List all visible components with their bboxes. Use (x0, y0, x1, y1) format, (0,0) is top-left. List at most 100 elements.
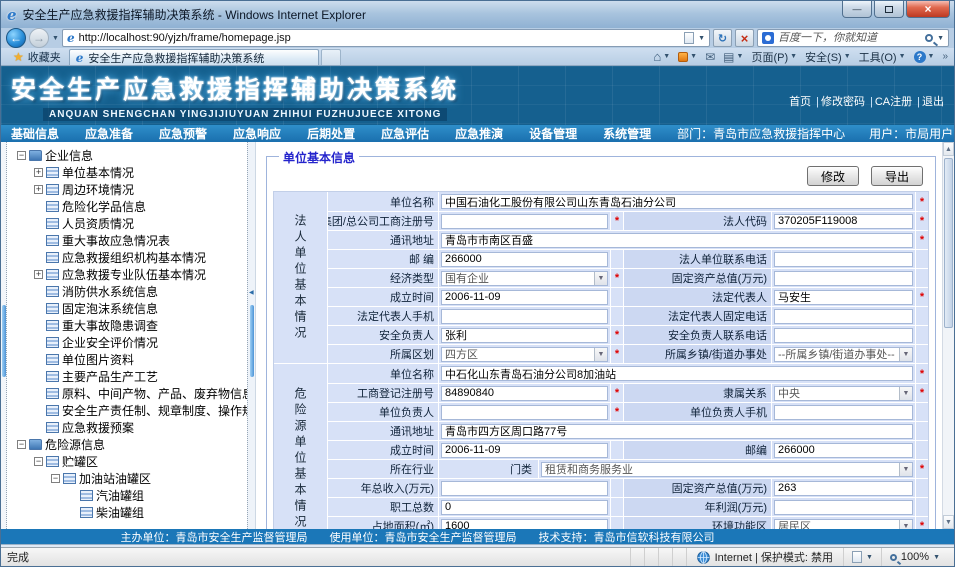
print-button[interactable]: ▤▼ (723, 50, 743, 64)
field-input[interactable] (441, 366, 913, 381)
field-input[interactable] (441, 386, 608, 401)
tree-item[interactable]: 重大事故应急情况表 (11, 232, 247, 249)
menu-item[interactable]: 基础信息 (11, 125, 59, 142)
field-input[interactable] (774, 309, 913, 324)
tree-item[interactable]: 应急救援预案 (11, 419, 247, 436)
tree-item[interactable]: 企业安全评价情况 (11, 334, 247, 351)
field-input[interactable] (774, 481, 913, 496)
tree-item[interactable]: 固定泡沫系统信息 (11, 300, 247, 317)
collapse-icon[interactable]: − (17, 440, 26, 449)
scrollbar-thumb[interactable] (944, 158, 953, 328)
field-input[interactable] (774, 271, 913, 286)
field-input[interactable] (441, 519, 608, 530)
search-box[interactable]: ▼ (757, 29, 949, 47)
close-button[interactable]: × (906, 1, 950, 18)
menu-item[interactable]: 应急响应 (233, 125, 281, 142)
field-input[interactable] (441, 405, 608, 420)
menu-item[interactable]: 设备管理 (529, 125, 577, 142)
tree-item[interactable]: 应急救援组织机构基本情况 (11, 249, 247, 266)
field-select[interactable]: 居民区▼ (774, 519, 913, 530)
favorites-button[interactable]: ★ 收藏夹 (5, 48, 69, 65)
scrollbar-track[interactable] (943, 328, 954, 515)
tree-item[interactable]: 主要产品生产工艺 (11, 368, 247, 385)
export-button[interactable]: 导出 (871, 166, 923, 186)
field-select[interactable]: 四方区▼ (441, 347, 608, 362)
field-input[interactable] (774, 252, 913, 267)
field-input[interactable] (441, 233, 913, 248)
gutter-handle[interactable] (2, 305, 6, 377)
tree-item[interactable]: 汽油罐组 (11, 487, 247, 504)
link-change-password[interactable]: 修改密码 (811, 93, 865, 109)
menu-item[interactable]: 应急准备 (85, 125, 133, 142)
field-input[interactable] (441, 290, 608, 305)
link-ca-register[interactable]: CA注册 (865, 93, 912, 109)
refresh-button[interactable]: ↻ (713, 29, 732, 47)
collapse-icon[interactable]: − (34, 457, 43, 466)
field-input[interactable] (441, 424, 913, 439)
stop-button[interactable]: × (735, 29, 754, 47)
tree-item[interactable]: 重大事故隐患调查 (11, 317, 247, 334)
minimize-button[interactable]: — (842, 1, 872, 18)
forward-button[interactable]: → (29, 28, 49, 48)
field-input[interactable] (441, 214, 608, 229)
recent-pages-dropdown[interactable]: ▼ (52, 35, 59, 42)
field-input[interactable] (774, 500, 913, 515)
field-select[interactable]: 租赁和商务服务业▼ (541, 462, 913, 477)
tree-item[interactable]: +周边环境情况 (11, 181, 247, 198)
field-input[interactable] (441, 252, 608, 267)
back-button[interactable]: ← (6, 28, 26, 48)
field-select[interactable]: --所属乡镇/街道办事处--▼ (774, 347, 913, 362)
field-input[interactable] (441, 500, 608, 515)
tree-item[interactable]: +应急救援专业队伍基本情况 (11, 266, 247, 283)
scroll-down-icon[interactable]: ▼ (943, 515, 954, 529)
menu-item[interactable]: 应急评估 (381, 125, 429, 142)
menu-item[interactable]: 后期处置 (307, 125, 355, 142)
expand-icon[interactable]: + (34, 270, 43, 279)
collapse-icon[interactable]: − (51, 474, 60, 483)
field-input[interactable] (774, 290, 913, 305)
modify-button[interactable]: 修改 (807, 166, 859, 186)
field-input[interactable] (774, 214, 913, 229)
read-mail-button[interactable]: ✉ (705, 50, 715, 64)
tree-item[interactable]: 单位图片资料 (11, 351, 247, 368)
sidebar-splitter[interactable]: ◀ (247, 142, 256, 529)
collapse-sidebar-icon[interactable]: ◀ (249, 289, 254, 296)
maximize-button[interactable] (874, 1, 904, 18)
field-input[interactable] (441, 443, 608, 458)
vertical-scrollbar[interactable]: ▲ ▼ (942, 142, 954, 529)
left-resize-gutter[interactable] (1, 142, 7, 529)
address-field[interactable]: e http://localhost:90/yjzh/frame/homepag… (62, 29, 710, 47)
tree-item[interactable]: 安全生产责任制、规章制度、操作规程信息 (11, 402, 247, 419)
tree-item[interactable]: 柴油罐组 (11, 504, 247, 521)
search-input[interactable] (778, 32, 921, 44)
menu-item[interactable]: 系统管理 (603, 125, 651, 142)
field-input[interactable] (441, 328, 608, 343)
expand-icon[interactable]: + (34, 168, 43, 177)
splitter-handle[interactable] (250, 305, 254, 377)
menu-item[interactable]: 应急推演 (455, 125, 503, 142)
tree-item[interactable]: −企业信息 (11, 147, 247, 164)
field-select[interactable]: 国有企业▼ (441, 271, 608, 286)
tree-item[interactable]: 原料、中间产物、产品、废弃物信息 (11, 385, 247, 402)
tools-menu[interactable]: 工具(O)▼ (859, 49, 906, 65)
home-button[interactable]: ⌂▼ (653, 49, 670, 64)
link-logout[interactable]: 退出 (912, 93, 944, 109)
new-tab-button[interactable] (321, 49, 341, 65)
safety-menu[interactable]: 安全(S)▼ (805, 49, 851, 65)
address-dropdown[interactable]: ▼ (698, 35, 705, 42)
zoom-control[interactable]: 100% ▼ (881, 548, 948, 566)
field-input[interactable] (441, 481, 608, 496)
link-home[interactable]: 首页 (789, 93, 811, 109)
more-commands-button[interactable]: » (942, 51, 948, 62)
help-menu[interactable]: ?▼ (914, 51, 935, 63)
field-input[interactable] (774, 328, 913, 343)
menu-item[interactable]: 应急预警 (159, 125, 207, 142)
page-menu[interactable]: 页面(P)▼ (751, 49, 797, 65)
tree-item[interactable]: 危险化学品信息 (11, 198, 247, 215)
search-icon[interactable] (925, 34, 933, 42)
compat-status-button[interactable]: ▼ (843, 548, 881, 566)
scroll-up-icon[interactable]: ▲ (943, 142, 954, 156)
tree-item[interactable]: +单位基本情况 (11, 164, 247, 181)
search-dropdown[interactable]: ▼ (937, 35, 944, 42)
collapse-icon[interactable]: − (17, 151, 26, 160)
